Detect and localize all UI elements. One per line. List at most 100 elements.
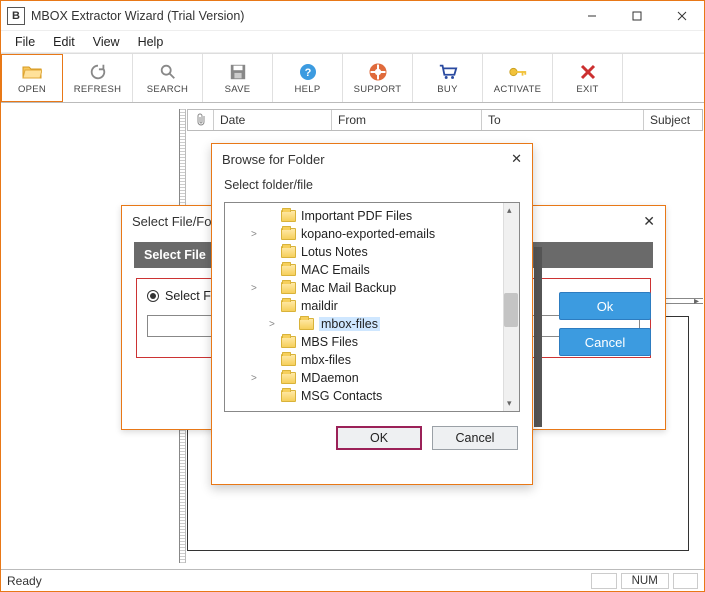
folder-icon [281, 264, 296, 276]
toolbar-support-label: SUPPORT [354, 84, 402, 95]
tree-node-label: mbx-files [301, 353, 351, 367]
browse-dialog-title: Browse for Folder [222, 152, 325, 167]
tree-node[interactable]: > Mac Mail Backup [225, 279, 503, 297]
scroll-right-icon[interactable]: ▸ [694, 296, 699, 307]
browse-ok-button[interactable]: OK [336, 426, 422, 450]
folder-tree-list[interactable]: Important PDF Files > kopano-exported-emai… [225, 203, 503, 411]
maximize-button[interactable] [614, 1, 659, 31]
key-icon [508, 62, 528, 82]
tree-node-label: MBS Files [301, 335, 358, 349]
folder-icon [281, 336, 296, 348]
refresh-icon [89, 62, 107, 82]
tree-scrollbar[interactable]: ▴ ▾ [503, 203, 519, 411]
expander-icon[interactable]: > [251, 283, 261, 294]
menu-help[interactable]: Help [130, 33, 172, 51]
tree-node-label: Lotus Notes [301, 245, 368, 259]
tree-node[interactable]: Important PDF Files [225, 207, 503, 225]
browse-ok-label: OK [370, 431, 388, 445]
folder-icon [299, 318, 314, 330]
tree-node[interactable]: Lotus Notes [225, 243, 503, 261]
folder-icon [281, 354, 296, 366]
toolbar-activate[interactable]: ACTIVATE [483, 54, 553, 102]
dialog-shadow [534, 247, 542, 427]
scrollbar-thumb[interactable] [504, 293, 518, 327]
cart-icon [438, 62, 458, 82]
exit-icon [580, 62, 596, 82]
toolbar-exit[interactable]: EXIT [553, 54, 623, 102]
statusbar: Ready NUM [1, 569, 704, 591]
folder-icon [281, 300, 296, 312]
tree-node-label: Important PDF Files [301, 209, 412, 223]
expander-icon[interactable]: > [269, 319, 279, 330]
tree-node[interactable]: MAC Emails [225, 261, 503, 279]
toolbar-search[interactable]: SEARCH [133, 54, 203, 102]
search-icon [159, 62, 177, 82]
expander-icon[interactable]: > [251, 373, 261, 384]
select-dialog-ok-label: Ok [597, 299, 614, 314]
open-folder-icon [22, 62, 42, 82]
status-spacer-cell [591, 573, 616, 589]
tree-node[interactable]: > kopano-exported-emails [225, 225, 503, 243]
attachment-column-icon[interactable] [188, 110, 214, 130]
column-subject[interactable]: Subject [644, 110, 702, 130]
select-dialog-cancel-button[interactable]: Cancel [559, 328, 651, 356]
close-button[interactable] [659, 1, 704, 31]
scroll-down-icon[interactable]: ▾ [507, 398, 512, 409]
menu-edit[interactable]: Edit [45, 33, 83, 51]
tree-node[interactable]: maildir [225, 297, 503, 315]
folder-icon [281, 372, 296, 384]
browse-cancel-button[interactable]: Cancel [432, 426, 518, 450]
tree-node-label: MAC Emails [301, 263, 370, 277]
toolbar-exit-label: EXIT [576, 84, 598, 95]
tree-node-label: MSG Contacts [301, 389, 382, 403]
expander-icon[interactable]: > [251, 229, 261, 240]
browse-dialog-buttons: OK Cancel [212, 412, 532, 450]
menubar: File Edit View Help [1, 31, 704, 53]
tree-node-label: mbox-files [319, 317, 380, 331]
toolbar-refresh[interactable]: REFRESH [63, 54, 133, 102]
app-window: B MBOX Extractor Wizard (Trial Version) … [0, 0, 705, 592]
minimize-button[interactable] [569, 1, 614, 31]
toolbar-open[interactable]: OPEN [1, 54, 63, 102]
toolbar-save[interactable]: SAVE [203, 54, 273, 102]
toolbar-help[interactable]: ? HELP [273, 54, 343, 102]
browse-dialog-titlebar: Browse for Folder ✕ [212, 144, 532, 174]
tree-node[interactable]: MBS Files [225, 333, 503, 351]
scroll-up-icon[interactable]: ▴ [507, 205, 512, 216]
menu-file[interactable]: File [7, 33, 43, 51]
window-title: MBOX Extractor Wizard (Trial Version) [31, 9, 569, 23]
folder-tree: Important PDF Files > kopano-exported-emai… [224, 202, 520, 412]
tree-node-label: kopano-exported-emails [301, 227, 435, 241]
toolbar-buy[interactable]: BUY [413, 54, 483, 102]
save-icon [229, 62, 247, 82]
tree-node-label: MDaemon [301, 371, 359, 385]
radio-checked-icon [147, 290, 159, 302]
menu-view[interactable]: View [85, 33, 128, 51]
browse-dialog-close-icon[interactable]: ✕ [511, 151, 522, 167]
tree-node[interactable]: > mbox-files [225, 315, 503, 333]
folder-icon [281, 246, 296, 258]
svg-text:?: ? [304, 67, 311, 79]
select-dialog-close-icon[interactable]: ✕ [643, 213, 655, 230]
tree-node-label: Mac Mail Backup [301, 281, 396, 295]
toolbar-buy-label: BUY [437, 84, 457, 95]
tree-node[interactable]: > MDaemon [225, 369, 503, 387]
browse-cancel-label: Cancel [456, 431, 495, 445]
toolbar-search-label: SEARCH [147, 84, 188, 95]
select-dialog-ok-button[interactable]: Ok [559, 292, 651, 320]
toolbar-open-label: OPEN [18, 84, 46, 95]
tree-node[interactable]: mbx-files [225, 351, 503, 369]
column-to[interactable]: To [482, 110, 644, 130]
mail-list-header: Date From To Subject [187, 109, 703, 131]
tree-node[interactable]: MSG Contacts [225, 387, 503, 405]
help-icon: ? [299, 62, 317, 82]
status-numlock: NUM [621, 573, 669, 589]
toolbar: OPEN REFRESH SEARCH SAVE ? HELP SUPPORT … [1, 53, 704, 103]
column-date[interactable]: Date [214, 110, 332, 130]
support-icon [369, 62, 387, 82]
select-dialog-cancel-label: Cancel [585, 335, 625, 350]
column-from[interactable]: From [332, 110, 482, 130]
folder-icon [281, 228, 296, 240]
status-spacer-cell-2 [673, 573, 698, 589]
toolbar-support[interactable]: SUPPORT [343, 54, 413, 102]
